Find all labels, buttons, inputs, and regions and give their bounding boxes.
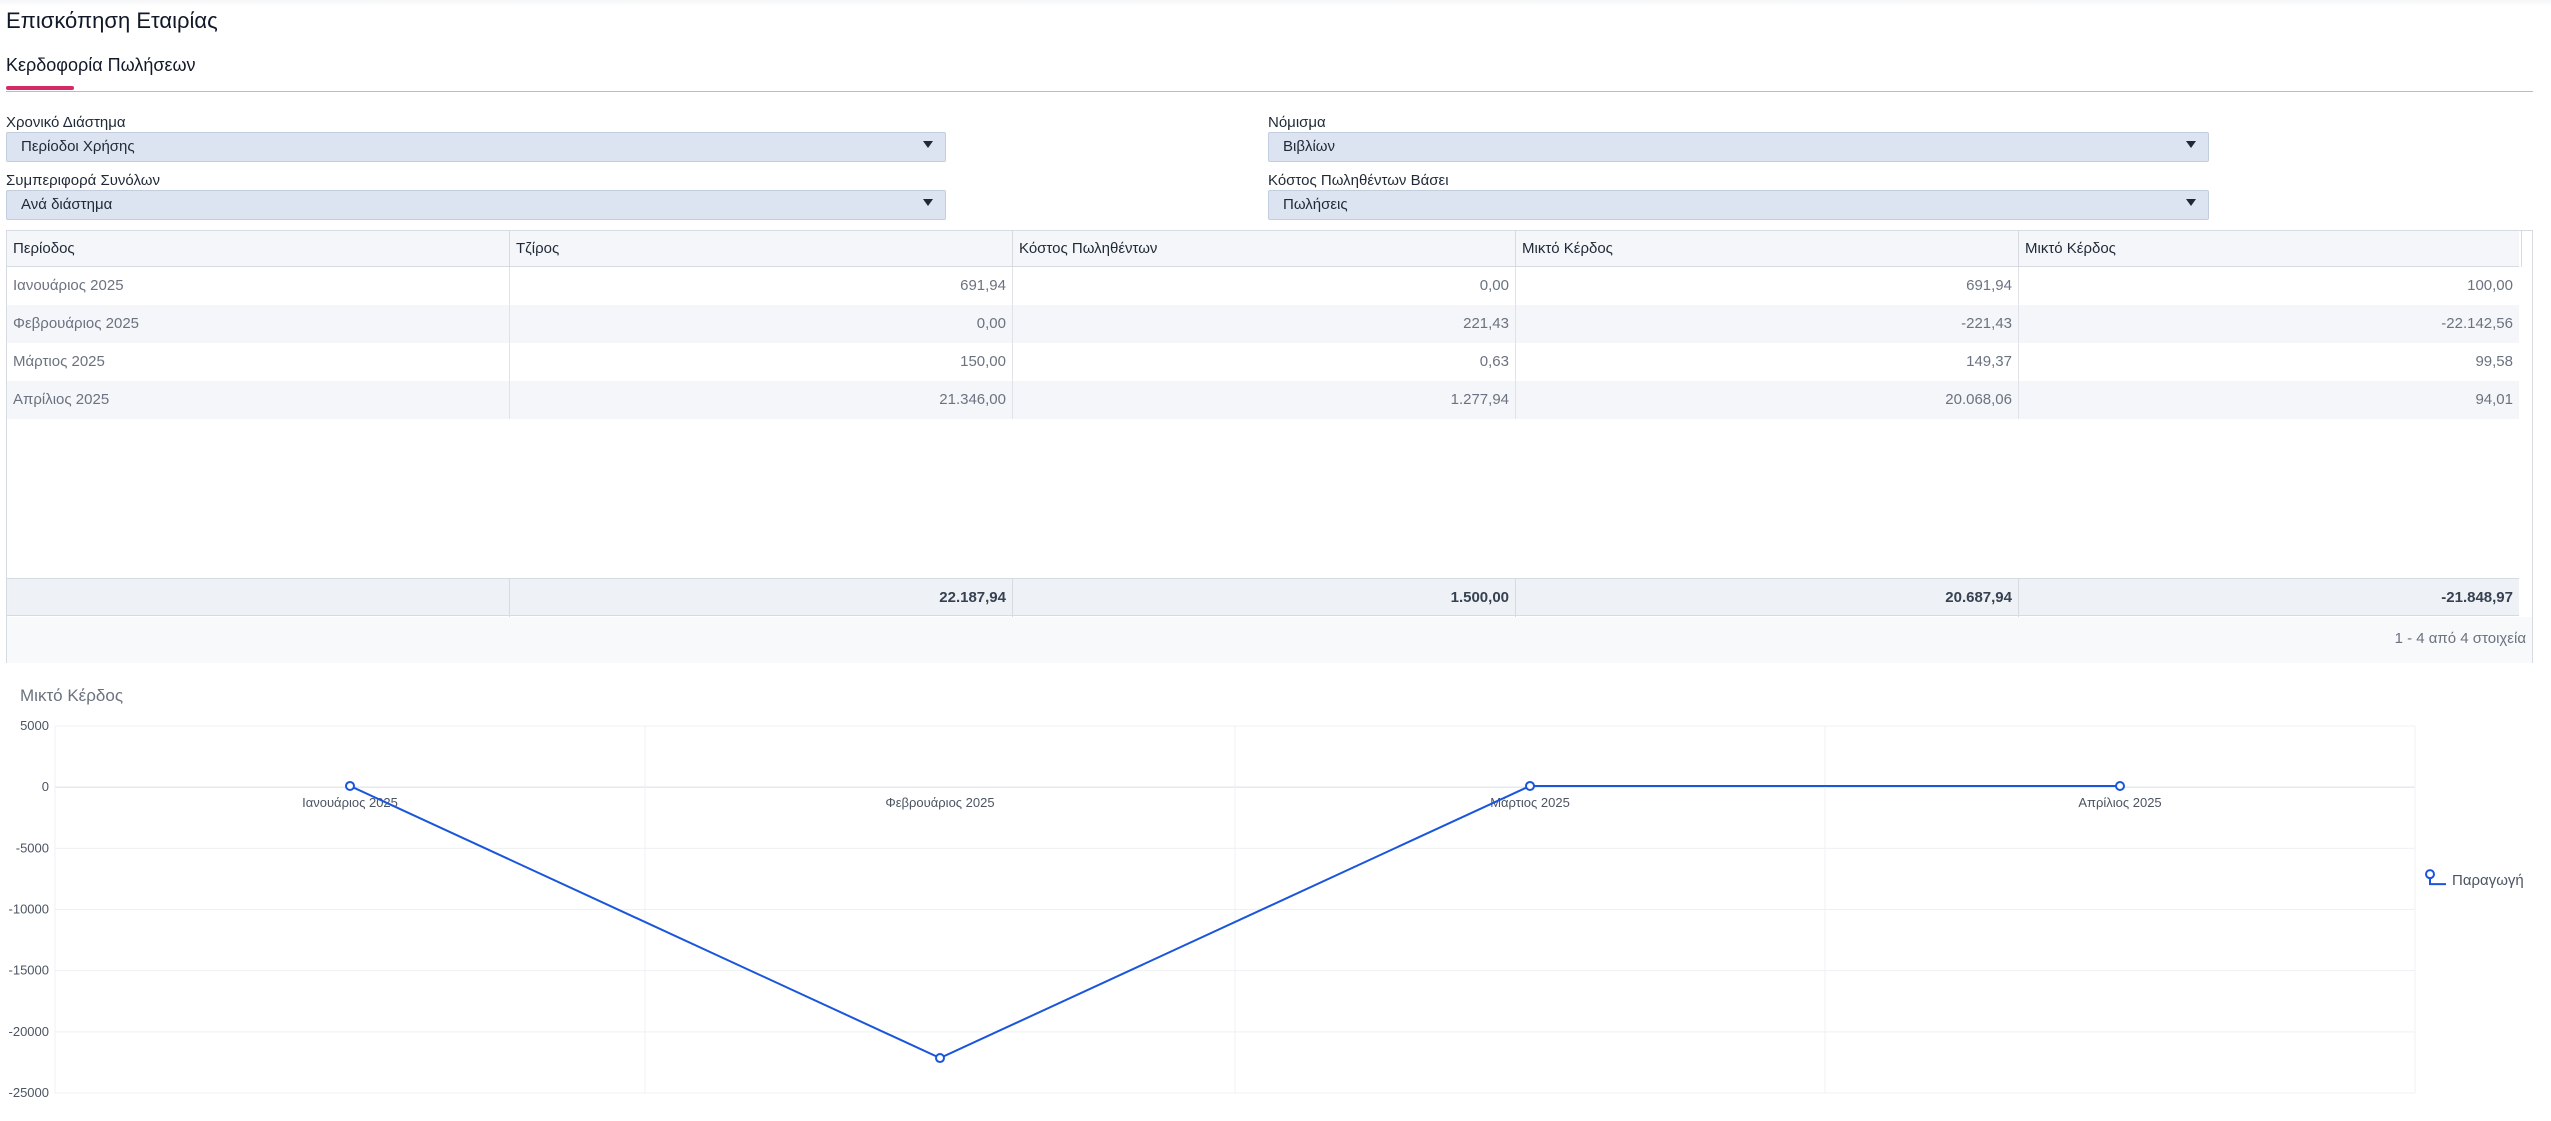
cogs-basis-value: Πωλήσεις [1283,196,1348,213]
cell-cogs: 0,00 [1013,267,1516,305]
total-period [7,579,510,617]
cell-turnover: 0,00 [510,305,1013,343]
cogs-basis-label: Κόστος Πωληθέντων Βάσει [1268,172,1449,189]
tab-sales-profitability[interactable]: Κερδοφορία Πωλήσεων [6,55,196,76]
table-row[interactable]: Ιανουάριος 2025 691,94 0,00 691,94 100,0… [7,267,2519,305]
legend-marker-icon [2425,869,2435,880]
currency-value: Βιβλίων [1283,138,1336,155]
y-tick-label: -15000 [9,963,49,978]
total-turnover: 22.187,94 [510,579,1013,617]
cell-turnover: 150,00 [510,343,1013,381]
totals-behavior-value: Ανά διάστημα [21,196,113,213]
data-point [345,780,355,791]
table-row[interactable]: Φεβρουάριος 2025 0,00 221,43 -221,43 -22… [7,305,2519,343]
cell-turnover: 21.346,00 [510,381,1013,419]
data-point [935,1053,945,1064]
total-gross-profit: 20.687,94 [1516,579,2019,617]
cogs-basis-select[interactable]: Πωλήσεις [1268,190,2209,220]
cell-gross-profit: -221,43 [1516,305,2019,343]
table-row[interactable]: Απρίλιος 2025 21.346,00 1.277,94 20.068,… [7,381,2519,419]
chevron-down-icon [923,141,933,148]
cell-cogs: 221,43 [1013,305,1516,343]
column-header-gross-profit[interactable]: Μικτό Κέρδος [1516,231,2019,267]
data-point [2115,781,2125,792]
time-range-label: Χρονικό Διάστημα [6,114,126,131]
tab-bar: Κερδοφορία Πωλήσεων [6,52,2533,92]
x-tick-label: Απρίλιος 2025 [2078,795,2161,810]
cell-gross-profit-pct: 100,00 [2467,277,2513,294]
column-header-period[interactable]: Περίοδος [7,231,510,267]
cell-cogs: 1.277,94 [1013,381,1516,419]
y-tick-label: -5000 [16,840,49,855]
top-bar [0,0,2551,6]
column-header-gross-profit-pct[interactable]: Μικτό Κέρδος [2019,231,2522,267]
pager-info: 1 - 4 από 4 στοιχεία [2394,630,2526,647]
grid-footer-totals: 22.187,94 1.500,00 20.687,94 -21.848,97 [7,578,2519,617]
totals-behavior-select[interactable]: Ανά διάστημα [6,190,946,220]
cell-gross-profit-pct: 99,58 [2475,353,2513,370]
chevron-down-icon [923,199,933,206]
chevron-down-icon [2186,199,2196,206]
currency-select[interactable]: Βιβλίων [1268,132,2209,162]
cell-period: Ιανουάριος 2025 [7,267,510,305]
data-point [1525,780,1535,791]
cell-period: Μάρτιος 2025 [7,343,510,381]
profitability-grid: Περίοδος Τζίρος Κόστος Πωληθέντων Μικτό … [6,230,2533,663]
y-tick-label: -20000 [9,1024,49,1039]
active-tab-indicator [6,86,74,90]
total-cogs: 1.500,00 [1013,579,1516,617]
cell-cogs: 0,63 [1013,343,1516,381]
cell-period: Απρίλιος 2025 [7,381,510,419]
x-tick-label: Ιανουάριος 2025 [302,795,398,810]
legend-label: Παραγωγή [2452,872,2524,889]
cell-turnover: 691,94 [510,267,1013,305]
time-range-select[interactable]: Περίοδοι Χρήσης [6,132,946,162]
legend-line-icon [2429,878,2446,886]
cell-gross-profit: 691,94 [1516,267,2019,305]
currency-label: Νόμισμα [1268,114,1326,131]
cell-gross-profit: 149,37 [1516,343,2019,381]
y-tick-label: -10000 [9,902,49,917]
table-row[interactable]: Μάρτιος 2025 150,00 0,63 149,37 99,58 [7,343,2519,381]
gross-profit-chart: 5000 0 -5000 -10000 -15000 -20000 -25000 Ιανουά… [9,718,2524,1100]
column-header-cogs[interactable]: Κόστος Πωληθέντων [1013,231,1516,267]
y-tick-label: -25000 [9,1085,49,1100]
chevron-down-icon [2186,141,2196,148]
y-tick-label: 5000 [20,718,49,733]
cell-gross-profit: 20.068,06 [1516,381,2019,419]
time-range-value: Περίοδοι Χρήσης [21,138,135,155]
pager-bar [7,617,2532,663]
page-title: Επισκόπηση Εταιρίας [6,8,218,33]
totals-behavior-label: Συμπεριφορά Συνόλων [6,172,160,189]
y-tick-label: 0 [42,779,49,794]
x-tick-label: Φεβρουάριος 2025 [885,795,994,810]
cell-gross-profit-pct: -22.142,56 [2441,315,2513,332]
grid-header: Περίοδος Τζίρος Κόστος Πωληθέντων Μικτό … [7,231,2522,267]
column-header-turnover[interactable]: Τζίρος [510,231,1013,267]
cell-period: Φεβρουάριος 2025 [7,305,510,343]
total-gross-profit-pct: -21.848,97 [2441,589,2513,606]
cell-gross-profit-pct: 94,01 [2475,391,2513,408]
x-tick-label: Μάρτιος 2025 [1490,795,1570,810]
